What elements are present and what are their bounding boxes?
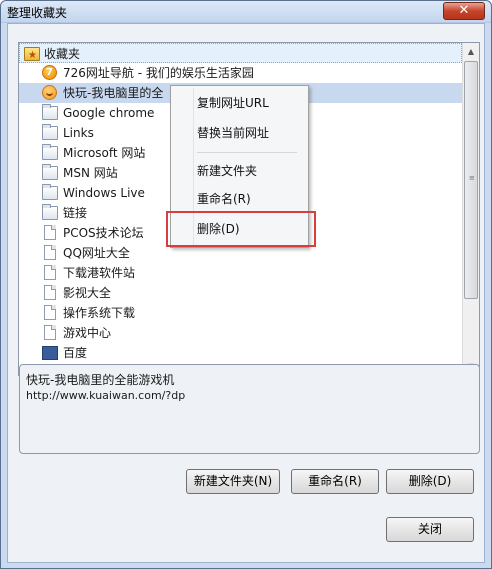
tree-item-label: 下载港软件站 <box>63 266 136 280</box>
tree-item[interactable]: 影视大全 <box>19 283 462 303</box>
page-icon <box>44 225 56 240</box>
tree-item-label: 游戏中心 <box>63 326 112 340</box>
detail-url: http://www.kuaiwan.com/?dp <box>26 389 186 402</box>
tree-item-label: 快玩-我电脑里的全 <box>63 86 164 100</box>
folder-icon <box>42 124 58 140</box>
kuaiwan-smile-icon <box>42 85 57 100</box>
tree-item-label: 链接 <box>63 206 88 220</box>
delete-highlight-annotation <box>166 211 316 247</box>
app-icon <box>42 346 58 360</box>
tree-item-label: 影视大全 <box>63 286 112 300</box>
tree-item-label: Microsoft 网站 <box>63 146 146 160</box>
organize-favorites-window: 整理收藏夹 ✕ 收藏夹 7726网址导航 - 我们的娱乐生活家园快玩-我电脑里的… <box>0 0 492 569</box>
folder-icon <box>42 104 58 120</box>
tree-item[interactable]: 百度 <box>19 343 462 363</box>
item-detail-panel: 快玩-我电脑里的全能游戏机 http://www.kuaiwan.com/?dp <box>19 364 480 454</box>
page-icon <box>44 285 56 300</box>
tree-vertical-scrollbar[interactable]: ▲ ≡ ▼ <box>462 43 479 375</box>
tree-item-label: Google chrome <box>63 106 155 120</box>
new-folder-button[interactable]: 新建文件夹(N) <box>186 469 280 494</box>
folder-icon <box>42 144 58 160</box>
tree-item-label: 百度 <box>63 346 88 360</box>
page-icon <box>44 325 56 340</box>
page-icon <box>44 245 56 260</box>
tree-item[interactable]: 操作系统下载 <box>19 303 462 323</box>
scrollbar-grip-icon: ≡ <box>469 174 475 182</box>
close-button[interactable]: 关闭 <box>386 517 474 542</box>
tree-root-favorites[interactable]: 收藏夹 <box>19 43 462 66</box>
context-menu-separator <box>197 152 297 153</box>
ctx-replace-url[interactable]: 替换当前网址 <box>197 122 269 144</box>
window-title: 整理收藏夹 <box>7 6 68 20</box>
favorites-star-folder-icon <box>24 46 40 66</box>
page-icon <box>44 265 56 280</box>
delete-button[interactable]: 删除(D) <box>386 469 474 494</box>
tree-item-label: 726网址导航 - 我们的娱乐生活家园 <box>63 66 254 80</box>
folder-icon <box>42 184 58 200</box>
ctx-new-folder[interactable]: 新建文件夹 <box>197 160 257 182</box>
folder-icon <box>42 164 58 180</box>
tree-item-label: MSN 网站 <box>63 166 118 180</box>
orange-7-icon: 7 <box>42 65 57 80</box>
tree-item[interactable]: 游戏中心 <box>19 323 462 343</box>
scrollbar-thumb[interactable]: ≡ <box>464 61 478 299</box>
scroll-up-arrow-icon[interactable]: ▲ <box>463 43 479 60</box>
tree-item-label: PCOS技术论坛 <box>63 226 144 240</box>
detail-title: 快玩-我电脑里的全能游戏机 <box>26 373 175 387</box>
tree-item-label: 操作系统下载 <box>63 306 136 320</box>
close-window-button[interactable]: ✕ <box>443 2 485 20</box>
tree-item[interactable]: 下载港软件站 <box>19 263 462 283</box>
rename-button[interactable]: 重命名(R) <box>291 469 379 494</box>
tree-item-label: QQ网址大全 <box>63 246 130 260</box>
ctx-rename[interactable]: 重命名(R) <box>197 188 251 210</box>
tree-item[interactable]: 7 726网址导航 - 我们的娱乐生活家园 <box>19 63 462 83</box>
page-icon <box>44 305 56 320</box>
tree-root-label: 收藏夹 <box>44 47 81 61</box>
tree-item-label: Windows Live <box>63 186 145 200</box>
tree-item-label: Links <box>63 126 94 140</box>
ctx-copy-url[interactable]: 复制网址URL <box>197 92 269 114</box>
title-bar[interactable]: 整理收藏夹 ✕ <box>1 1 491 23</box>
folder-icon <box>42 204 58 220</box>
